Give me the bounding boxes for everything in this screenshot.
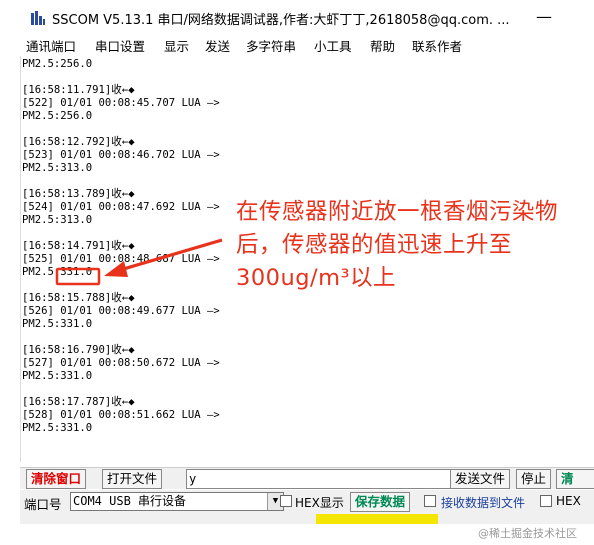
menu-contact-author[interactable]: 联系作者 [412,36,462,55]
receive-to-file-label[interactable]: 接收数据到文件 [441,494,525,511]
log-line: [523] 01/01 00:08:46.702 LUA —> [22,149,220,161]
log-blank-line [22,175,576,188]
title-bar: SSCOM V5.13.1 串口/网络数据调试器,作者:大虾丁丁,2618058… [0,0,594,36]
log-line: [522] 01/01 00:08:45.707 LUA —> [22,97,220,109]
log-line: [16:58:16.790]收←◆ [22,344,135,356]
log-line: PM2.5:331.0 [22,318,93,330]
log-line: [526] 01/01 00:08:49.677 LUA —> [22,305,220,317]
save-data-button[interactable]: 保存数据 [350,492,411,512]
port-toolbar: 端口号 COM4 USB 串行设备 ▼ HEX显示 保存数据 接收数据到文件 H… [20,490,594,514]
menu-bar: 通讯端口 串口设置 显示 发送 多字符串 小工具 帮助 联系作者 [0,34,594,56]
log-line: [16:58:17.787]收←◆ [22,396,135,408]
menu-serial-settings[interactable]: 串口设置 [95,36,145,55]
highlight-strip [316,514,438,524]
log-line: PM2.5:331.0 [22,422,93,434]
log-line: [16:58:12.792]收←◆ [22,136,135,148]
log-line: [528] 01/01 00:08:51.662 LUA —> [22,409,220,421]
file-path-input[interactable]: y [186,469,466,489]
port-label: 端口号 [24,497,62,512]
log-blank-line [22,383,576,396]
window-title: SSCOM V5.13.1 串口/网络数据调试器,作者:大虾丁丁,2618058… [52,13,510,28]
clear-send-button[interactable]: 清 [556,469,594,489]
send-file-button[interactable]: 发送文件 [450,469,511,489]
clear-window-button[interactable]: 清除窗口 [26,469,87,489]
log-line: [527] 01/01 00:08:50.672 LUA —> [22,357,220,369]
log-blank-line [22,331,576,344]
sscom-app-icon [31,11,45,25]
hex-send-checkbox[interactable] [540,495,552,507]
hex-display-label: HEX显示 [295,496,344,510]
watermark: @稀土掘金技术社区 [478,527,577,540]
hex-send-label: HEX [556,494,581,508]
log-line: PM2.5:313.0 [22,162,93,174]
menu-tools[interactable]: 小工具 [314,36,352,55]
log-blank-line [22,123,576,136]
open-file-button[interactable]: 打开文件 [102,469,163,489]
options-strip [20,514,594,524]
menu-display[interactable]: 显示 [164,36,189,55]
annotation-text: 在传感器附近放一根香烟污染物后，传感器的值迅速上升至300ug/m³以上 [236,199,559,291]
log-line: PM2.5:331.0 [22,370,93,382]
receive-to-file-checkbox[interactable] [424,495,436,507]
log-line: PM2.5:256.0 [22,110,93,122]
menu-send[interactable]: 发送 [205,36,230,55]
port-select[interactable]: COM4 USB 串行设备 ▼ [70,492,284,511]
menu-help[interactable]: 帮助 [370,36,395,55]
menu-comm-port[interactable]: 通讯端口 [26,36,76,55]
log-blank-line [22,71,576,84]
port-select-value: COM4 USB 串行设备 [73,494,187,508]
send-toolbar: 清除窗口 打开文件 y 发送文件 停止 清 [20,467,594,489]
stop-button[interactable]: 停止 [516,469,552,489]
log-line: PM2.5:256.0 [22,58,93,70]
log-line: [16:58:11.791]收←◆ [22,84,135,96]
menu-multi-string[interactable]: 多字符串 [246,36,296,55]
hex-display-checkbox[interactable] [280,495,292,507]
minimize-button[interactable]: — [534,8,554,28]
